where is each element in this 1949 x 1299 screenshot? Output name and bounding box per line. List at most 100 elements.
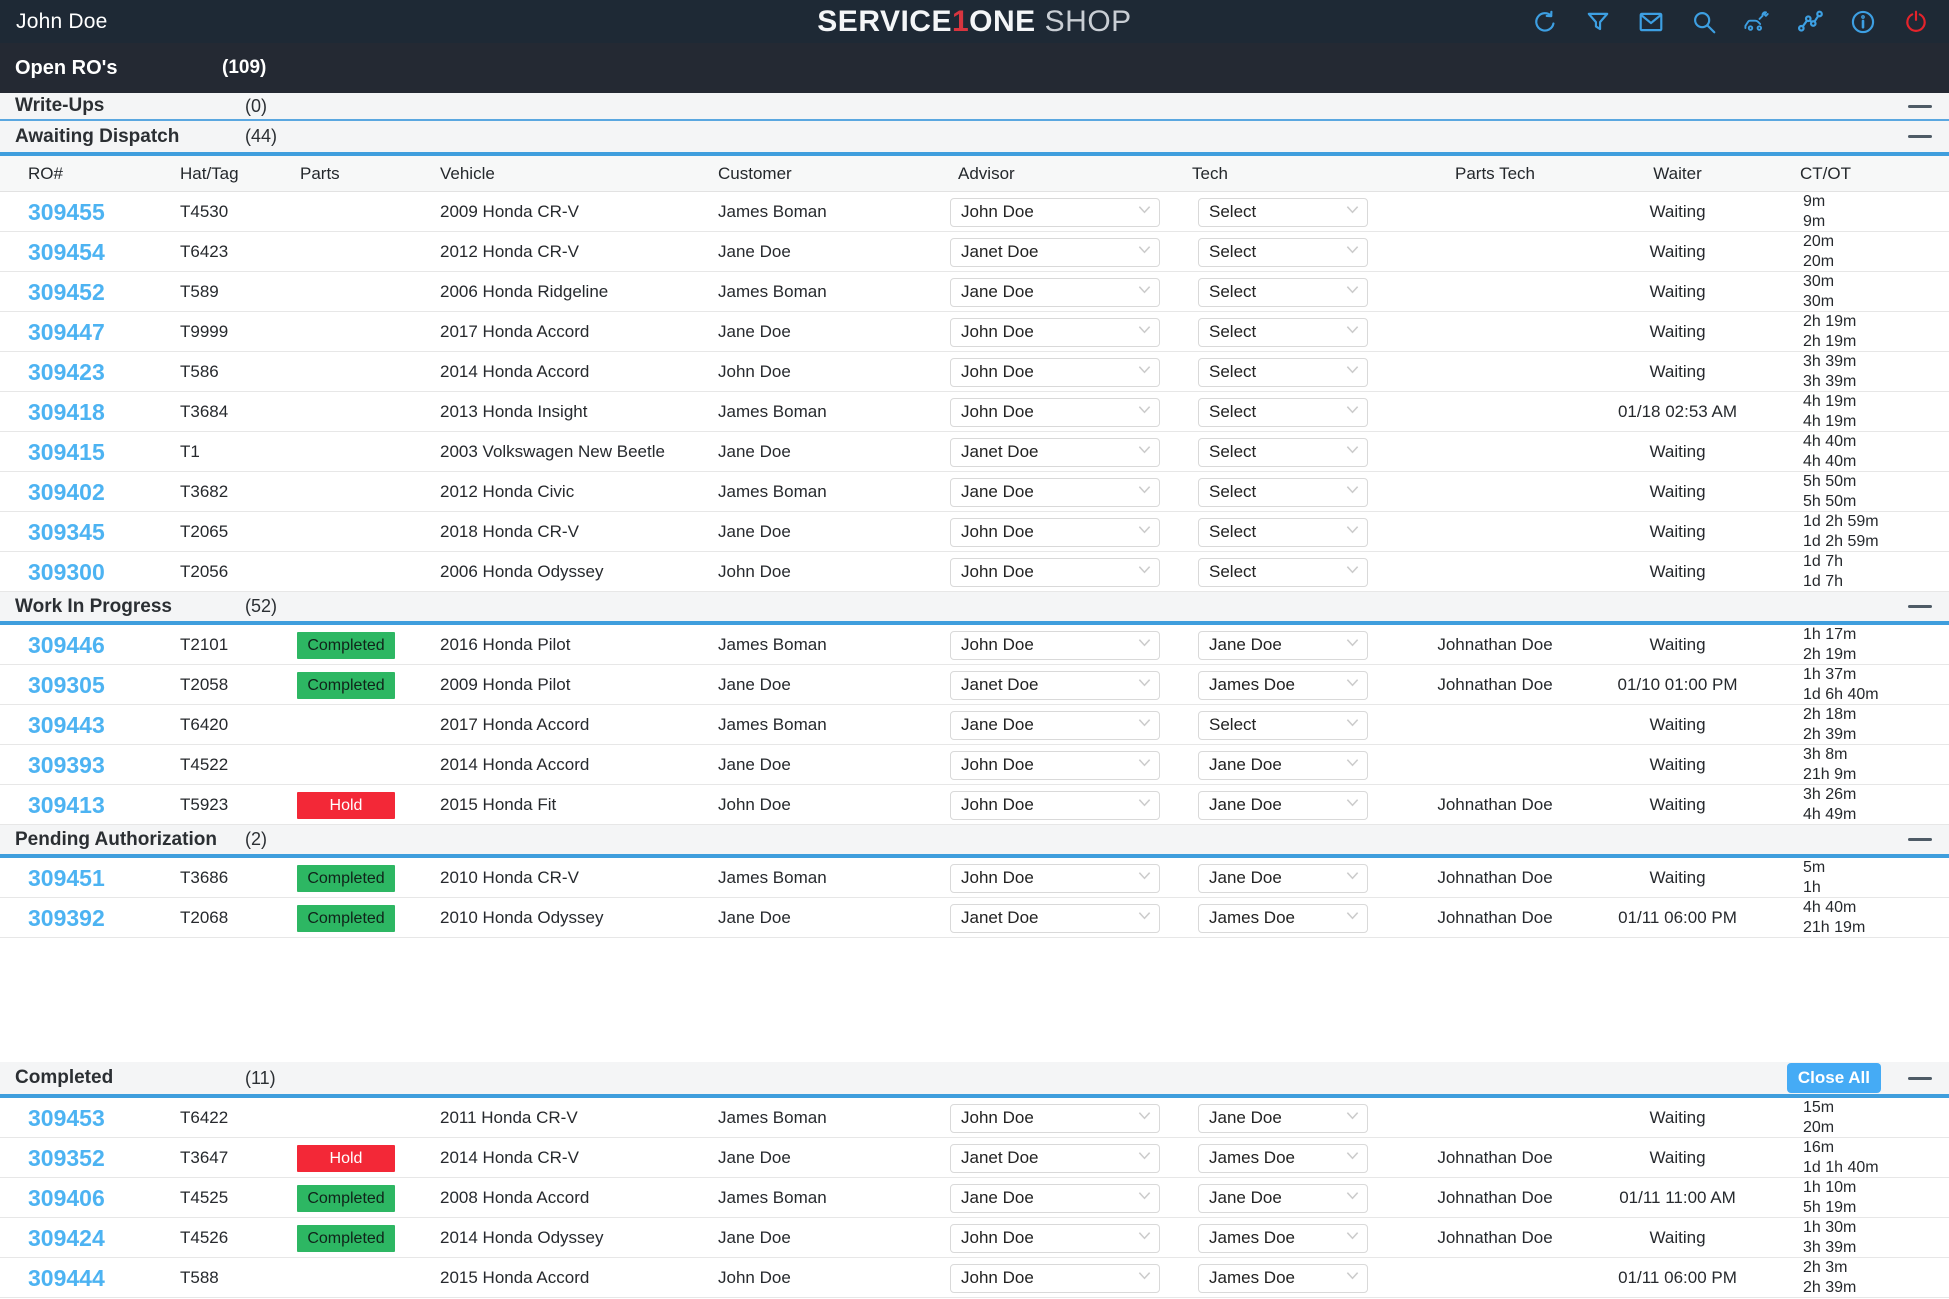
car-service-icon[interactable] <box>1744 9 1770 35</box>
advisor-dropdown[interactable]: Jane Doe <box>950 478 1160 507</box>
waiter-status: Waiting <box>1580 242 1775 262</box>
tech-dropdown[interactable]: Jane Doe <box>1198 1104 1368 1133</box>
vehicle: 2010 Honda CR-V <box>420 868 579 887</box>
ro-number-link[interactable]: 309444 <box>0 1265 105 1291</box>
ro-number-link[interactable]: 309446 <box>0 632 105 658</box>
info-icon[interactable] <box>1850 9 1876 35</box>
ro-number-link[interactable]: 309352 <box>0 1145 105 1171</box>
mail-icon[interactable] <box>1638 9 1664 35</box>
ro-number-link[interactable]: 309393 <box>0 752 105 778</box>
ro-number-link[interactable]: 309447 <box>0 319 105 345</box>
advisor-dropdown[interactable]: Jane Doe <box>950 711 1160 740</box>
ro-number-link[interactable]: 309424 <box>0 1225 105 1251</box>
parts-cell: Completed <box>285 1185 420 1212</box>
ro-number-link[interactable]: 309443 <box>0 712 105 738</box>
advisor-dropdown[interactable]: John Doe <box>950 1224 1160 1253</box>
advisor-dropdown[interactable]: Janet Doe <box>950 904 1160 933</box>
section-header-work-in-progress[interactable]: Work In Progress(52) <box>0 592 1949 625</box>
tech-dropdown[interactable]: James Doe <box>1198 1264 1368 1293</box>
ro-number-link[interactable]: 309413 <box>0 792 105 818</box>
ro-number-link[interactable]: 309455 <box>0 199 105 225</box>
ct-ot-times: 4h 40m4h 40m <box>1775 432 1949 473</box>
customer-cell: James Boman <box>700 635 950 655</box>
collapse-section-button[interactable] <box>1905 597 1935 617</box>
ro-number-link[interactable]: 309300 <box>0 559 105 585</box>
advisor-dropdown[interactable]: Janet Doe <box>950 1144 1160 1173</box>
tech-dropdown-value: Select <box>1209 282 1256 302</box>
ro-number-link[interactable]: 309452 <box>0 279 105 305</box>
ro-number-link[interactable]: 309418 <box>0 399 105 425</box>
ro-number-link[interactable]: 309406 <box>0 1185 105 1211</box>
advisor-dropdown-value: John Doe <box>961 562 1034 582</box>
tech-dropdown[interactable]: Select <box>1198 318 1368 347</box>
user-name[interactable]: John Doe <box>16 10 108 34</box>
tech-dropdown[interactable]: Jane Doe <box>1198 631 1368 660</box>
tech-dropdown[interactable]: James Doe <box>1198 671 1368 700</box>
advisor-dropdown[interactable]: Janet Doe <box>950 438 1160 467</box>
tech-dropdown[interactable]: Select <box>1198 278 1368 307</box>
advisor-dropdown[interactable]: John Doe <box>950 558 1160 587</box>
advisor-dropdown[interactable]: John Doe <box>950 318 1160 347</box>
tech-dropdown[interactable]: Select <box>1198 238 1368 267</box>
parts-tech-name: Johnathan Doe <box>1410 1228 1580 1248</box>
advisor-dropdown[interactable]: John Doe <box>950 791 1160 820</box>
graph-icon[interactable] <box>1797 9 1823 35</box>
open-ros-summary-bar[interactable]: Open RO's (109) <box>0 43 1949 93</box>
ro-number-link[interactable]: 309454 <box>0 239 105 265</box>
ro-number-link[interactable]: 309451 <box>0 865 105 891</box>
advisor-dropdown[interactable]: Jane Doe <box>950 278 1160 307</box>
advisor-dropdown[interactable]: Jane Doe <box>950 1184 1160 1213</box>
tech-dropdown[interactable]: Select <box>1198 558 1368 587</box>
customer-name: John Doe <box>700 1268 791 1287</box>
advisor-dropdown[interactable]: John Doe <box>950 631 1160 660</box>
tech-dropdown[interactable]: Jane Doe <box>1198 864 1368 893</box>
open-ros-label: Open RO's <box>15 57 222 80</box>
ro-number-link[interactable]: 309392 <box>0 905 105 931</box>
tech-dropdown[interactable]: James Doe <box>1198 1144 1368 1173</box>
advisor-dropdown[interactable]: John Doe <box>950 1264 1160 1293</box>
tech-dropdown[interactable]: Select <box>1198 518 1368 547</box>
tech-dropdown[interactable]: Select <box>1198 398 1368 427</box>
collapse-section-button[interactable] <box>1905 1068 1935 1088</box>
section-header-completed[interactable]: Completed(11)Close All <box>0 1062 1949 1098</box>
advisor-dropdown[interactable]: Janet Doe <box>950 238 1160 267</box>
tech-dropdown[interactable]: James Doe <box>1198 904 1368 933</box>
collapse-section-button[interactable] <box>1905 830 1935 850</box>
tech-dropdown[interactable]: Select <box>1198 358 1368 387</box>
filter-icon[interactable] <box>1585 9 1611 35</box>
hat-tag-cell: T3682 <box>150 482 285 502</box>
tech-dropdown[interactable]: Select <box>1198 711 1368 740</box>
advisor-dropdown[interactable]: John Doe <box>950 518 1160 547</box>
tech-dropdown[interactable]: Jane Doe <box>1198 1184 1368 1213</box>
section-header-write-ups[interactable]: Write-Ups(0) <box>0 93 1949 121</box>
collapse-section-button[interactable] <box>1905 96 1935 116</box>
customer-name: James Boman <box>700 1188 827 1207</box>
advisor-dropdown[interactable]: John Doe <box>950 398 1160 427</box>
ro-number-link[interactable]: 309305 <box>0 672 105 698</box>
tech-dropdown[interactable]: Select <box>1198 198 1368 227</box>
advisor-dropdown[interactable]: John Doe <box>950 864 1160 893</box>
parts-tech-name: Johnathan Doe <box>1410 1188 1580 1208</box>
ro-number-link[interactable]: 309415 <box>0 439 105 465</box>
refresh-icon[interactable] <box>1532 9 1558 35</box>
section-header-awaiting-dispatch[interactable]: Awaiting Dispatch(44) <box>0 121 1949 156</box>
tech-dropdown[interactable]: Jane Doe <box>1198 751 1368 780</box>
tech-dropdown[interactable]: Jane Doe <box>1198 791 1368 820</box>
tech-dropdown[interactable]: Select <box>1198 478 1368 507</box>
collapse-section-button[interactable] <box>1905 127 1935 147</box>
ro-number-link[interactable]: 309345 <box>0 519 105 545</box>
ro-number-link[interactable]: 309453 <box>0 1105 105 1131</box>
advisor-dropdown[interactable]: Janet Doe <box>950 671 1160 700</box>
tech-dropdown[interactable]: Select <box>1198 438 1368 467</box>
advisor-dropdown[interactable]: John Doe <box>950 1104 1160 1133</box>
ro-number-link[interactable]: 309423 <box>0 359 105 385</box>
section-header-pending-authorization[interactable]: Pending Authorization(2) <box>0 825 1949 858</box>
advisor-dropdown[interactable]: John Doe <box>950 198 1160 227</box>
search-icon[interactable] <box>1691 9 1717 35</box>
advisor-dropdown[interactable]: John Doe <box>950 751 1160 780</box>
tech-dropdown[interactable]: James Doe <box>1198 1224 1368 1253</box>
ro-number-link[interactable]: 309402 <box>0 479 105 505</box>
power-icon[interactable] <box>1903 9 1929 35</box>
advisor-dropdown[interactable]: John Doe <box>950 358 1160 387</box>
close-all-button[interactable]: Close All <box>1787 1063 1881 1093</box>
